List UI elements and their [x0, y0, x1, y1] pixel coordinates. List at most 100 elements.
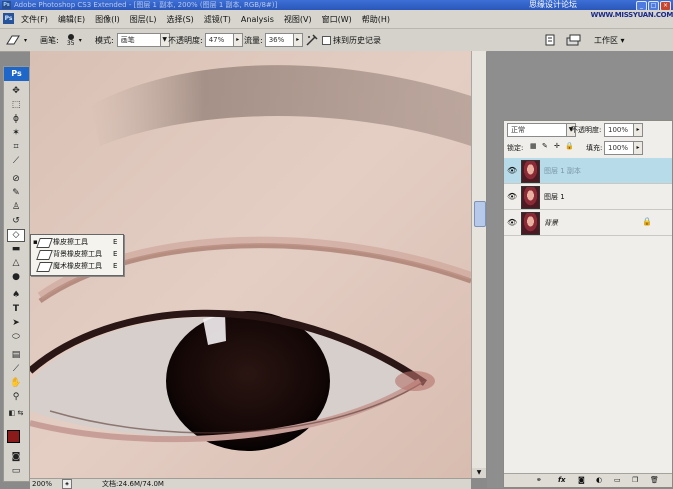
lock-transparency-icon[interactable]: ▦ [530, 142, 537, 150]
type-tool-icon[interactable]: T [7, 303, 25, 315]
visibility-eye-icon[interactable]: 👁 [507, 166, 517, 175]
marquee-tool-icon[interactable]: ⬚ [7, 99, 25, 111]
screen-mode-icon[interactable]: ▭ [7, 465, 25, 477]
menu-edit[interactable]: 编辑(E) [53, 14, 90, 25]
eraser-tool-flyout: ▪ 橡皮擦工具 E 背景橡皮擦工具 E 魔术橡皮擦工具 E [30, 234, 124, 276]
bridge-button[interactable] [566, 29, 582, 51]
brush-dropdown-icon[interactable]: ▾ [79, 37, 82, 44]
erase-history-checkbox[interactable]: 抹到历史记录 [322, 29, 381, 51]
folder-icon[interactable]: ▭ [614, 474, 621, 487]
layer-opacity-field[interactable]: 100% ▸ [604, 123, 643, 137]
eraser-icon [6, 35, 20, 45]
layer-row[interactable]: 👁 图层 1 副本 [504, 158, 672, 184]
blur-tool-icon[interactable]: △ [7, 257, 25, 269]
close-button[interactable]: × [660, 1, 671, 10]
notes-tool-icon[interactable]: ▤ [7, 349, 25, 361]
airbrush-icon [306, 34, 318, 46]
layer-name: 图层 1 [544, 193, 565, 201]
fx-icon[interactable]: fx [558, 474, 566, 487]
visibility-eye-icon[interactable]: 👁 [507, 218, 517, 227]
menu-select[interactable]: 选择(S) [161, 14, 198, 25]
flow-field[interactable]: 36% ▸ [264, 33, 303, 47]
lock-pixels-icon[interactable]: ✎ [542, 142, 548, 150]
link-icon[interactable]: ⚭ [536, 474, 542, 487]
magic-wand-tool-icon[interactable]: ✶ [7, 127, 25, 139]
opacity-value: 47% [204, 33, 234, 47]
menu-bar: Ps 文件(F) 编辑(E) 图像(I) 图层(L) 选择(S) 滤镜(T) A… [0, 10, 673, 29]
visibility-eye-icon[interactable]: 👁 [507, 192, 517, 201]
layer-opacity-value: 100% [604, 123, 634, 137]
fill-field[interactable]: 100% ▸ [604, 141, 643, 155]
maximize-button[interactable]: □ [648, 1, 659, 10]
adjustment-icon[interactable]: ◐ [596, 474, 602, 487]
tool-preset-picker[interactable]: ▾ [4, 29, 27, 51]
zoom-tool-icon[interactable]: ⚲ [7, 391, 25, 403]
pen-tool-icon[interactable]: ♠ [7, 289, 25, 301]
layer-thumbnail [521, 186, 540, 209]
crop-tool-icon[interactable]: ⌗ [7, 141, 25, 153]
mask-icon[interactable]: ◙ [578, 474, 585, 487]
lock-all-icon[interactable]: 🔒 [565, 142, 574, 150]
shape-tool-icon[interactable]: ⬭ [7, 331, 25, 343]
blend-mode-value: 正常 [507, 123, 567, 137]
flyout-item-background-eraser[interactable]: 背景橡皮擦工具 E [31, 248, 123, 260]
airbrush-button[interactable] [305, 29, 319, 51]
layer-opacity-label: 不透明度: [571, 126, 602, 134]
eraser-icon [36, 238, 53, 248]
gradient-tool-icon[interactable]: ▬ [7, 243, 25, 255]
lock-position-icon[interactable]: ✛ [554, 142, 560, 150]
status-bar: 200% ◈ 文档:24.6M/74.0M [30, 478, 471, 489]
brush-label: 画笔: [40, 35, 59, 45]
workspace-menu[interactable]: 工作区 ▾ [594, 29, 625, 51]
menu-filter[interactable]: 滤镜(T) [199, 14, 236, 25]
background-eraser-icon [36, 250, 53, 260]
menu-help[interactable]: 帮助(H) [357, 14, 395, 25]
menu-window[interactable]: 窗口(W) [317, 14, 357, 25]
move-tool-icon[interactable]: ✥ [7, 85, 25, 97]
dodge-tool-icon[interactable]: ● [7, 271, 25, 283]
document-icon [545, 34, 555, 46]
brush-picker[interactable]: 35 [63, 33, 79, 47]
menu-analysis[interactable]: Analysis [236, 15, 279, 24]
flyout-item-magic-eraser[interactable]: 魔术橡皮擦工具 E [31, 260, 123, 272]
hand-tool-icon[interactable]: ✋ [7, 377, 25, 389]
opacity-field[interactable]: 47% ▸ [204, 33, 243, 47]
scrollbar-thumb[interactable] [474, 201, 486, 227]
menu-image[interactable]: 图像(I) [90, 14, 125, 25]
foreground-color-swatch[interactable] [7, 430, 20, 443]
healing-brush-tool-icon[interactable]: ⊘ [7, 173, 25, 185]
layer-row[interactable]: 👁 图层 1 [504, 184, 672, 210]
eyedropper-tool-icon[interactable]: ⟋ [7, 363, 25, 375]
document-scrollbar[interactable]: ▼ [471, 51, 486, 478]
trash-icon[interactable]: 🗑 [650, 474, 659, 487]
palette-well-button[interactable] [544, 29, 556, 51]
menu-layer[interactable]: 图层(L) [125, 14, 162, 25]
scroll-down-icon[interactable]: ▼ [472, 468, 486, 478]
menu-view[interactable]: 视图(V) [279, 14, 317, 25]
checkbox-icon [322, 35, 331, 45]
mode-select[interactable]: 画笔 ▼ [116, 33, 170, 47]
flyout-item-eraser[interactable]: ▪ 橡皮擦工具 E [31, 236, 123, 248]
minimize-button[interactable]: _ [636, 1, 647, 10]
lasso-tool-icon[interactable]: ϕ [7, 113, 25, 125]
blend-mode-select[interactable]: 正常 ▼ [507, 123, 576, 137]
fill-label: 填充: [586, 144, 603, 152]
ps-app-icon: Ps [2, 1, 11, 9]
slice-tool-icon[interactable]: ⟋ [7, 155, 25, 167]
new-layer-icon[interactable]: ❐ [632, 474, 638, 487]
default-colors-icon[interactable]: ◧ ⇆ [7, 407, 25, 419]
menu-file[interactable]: 文件(F) [16, 14, 53, 25]
opacity-label: 不透明度: [168, 35, 203, 45]
app-badge[interactable]: Ps [3, 13, 14, 24]
path-selection-tool-icon[interactable]: ➤ [7, 317, 25, 329]
layer-row[interactable]: 👁 背景 🔒 [504, 210, 672, 236]
clone-stamp-tool-icon[interactable]: ♙ [7, 201, 25, 213]
mode-label: 模式: [95, 35, 114, 45]
chevron-right-icon: ▸ [233, 33, 243, 47]
bridge-icon [566, 34, 581, 46]
layer-name: 图层 1 副本 [544, 167, 581, 175]
eraser-tool-icon[interactable]: ◇ [7, 229, 25, 242]
history-brush-tool-icon[interactable]: ↺ [7, 215, 25, 227]
brush-tool-icon[interactable]: ✎ [7, 187, 25, 199]
quick-mask-icon[interactable]: ◙ [7, 451, 25, 463]
